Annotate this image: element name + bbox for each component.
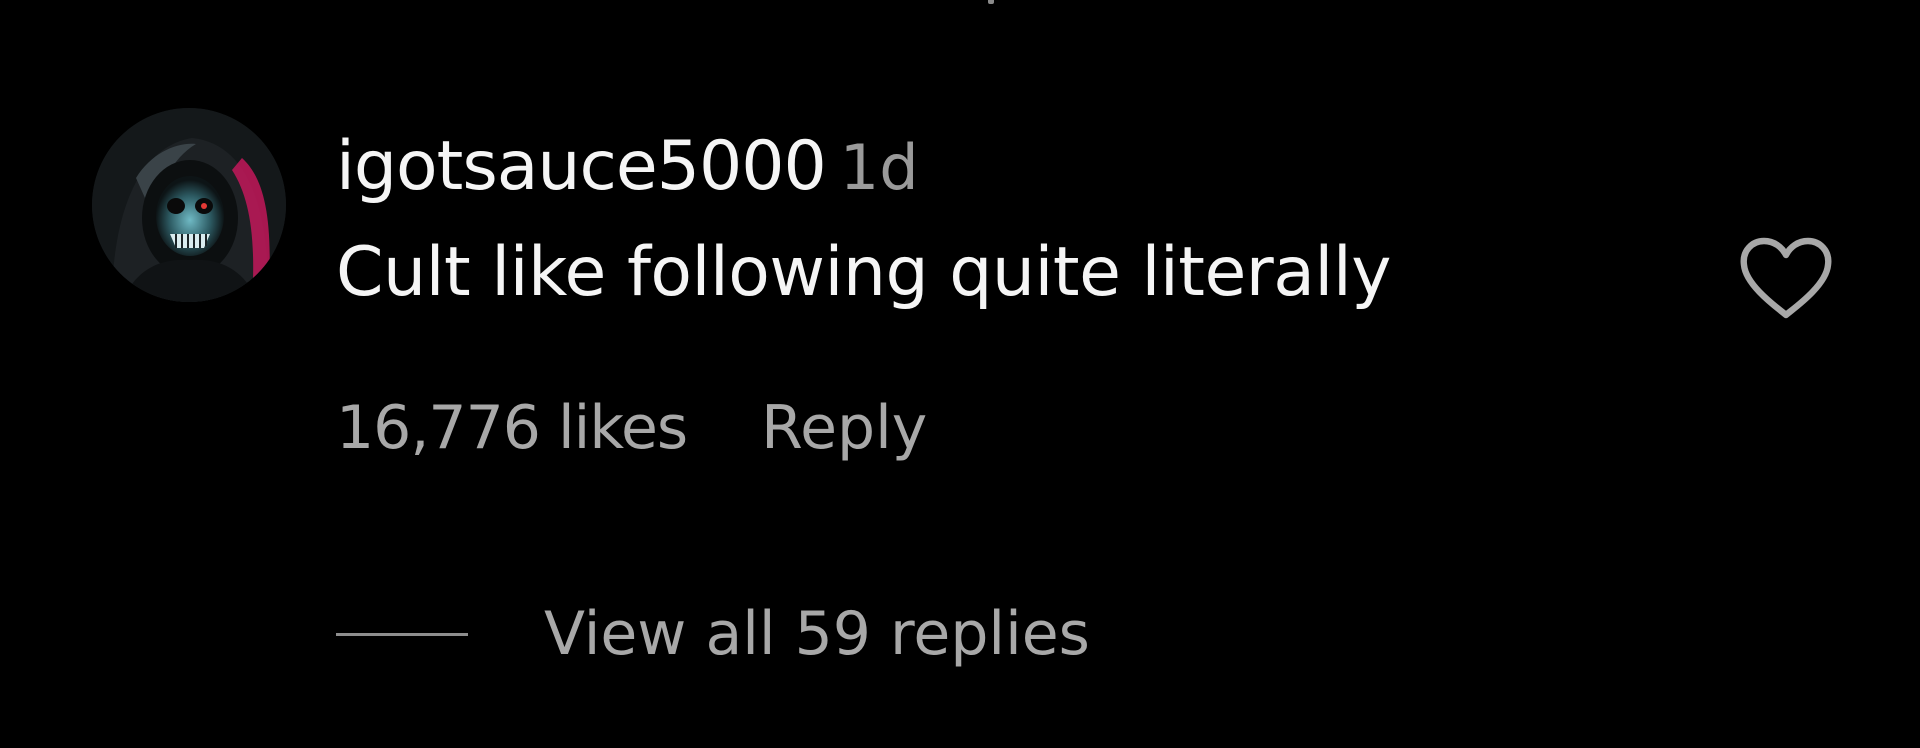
view-replies-label: View all 59 replies <box>544 599 1090 669</box>
comment-meta: 16,776 likes Reply <box>336 388 927 468</box>
replies-divider <box>336 632 468 636</box>
like-button[interactable] <box>1738 230 1834 326</box>
likes-count[interactable]: 16,776 likes <box>336 393 688 463</box>
hooded-skull-avatar-icon <box>92 108 286 302</box>
reply-button[interactable]: Reply <box>761 393 927 463</box>
heart-outline-icon <box>1740 237 1832 319</box>
comment-text: Cult like following quite literally <box>336 233 1391 312</box>
avatar[interactable] <box>92 108 286 302</box>
username[interactable]: igotsauce5000 <box>336 127 827 206</box>
comment-header: igotsauce5000 1d <box>336 122 919 229</box>
view-replies-button[interactable]: View all 59 replies <box>336 594 1090 674</box>
timestamp: 1d <box>839 131 919 204</box>
comment-item: igotsauce5000 1d Cult like following quit… <box>0 0 1920 748</box>
